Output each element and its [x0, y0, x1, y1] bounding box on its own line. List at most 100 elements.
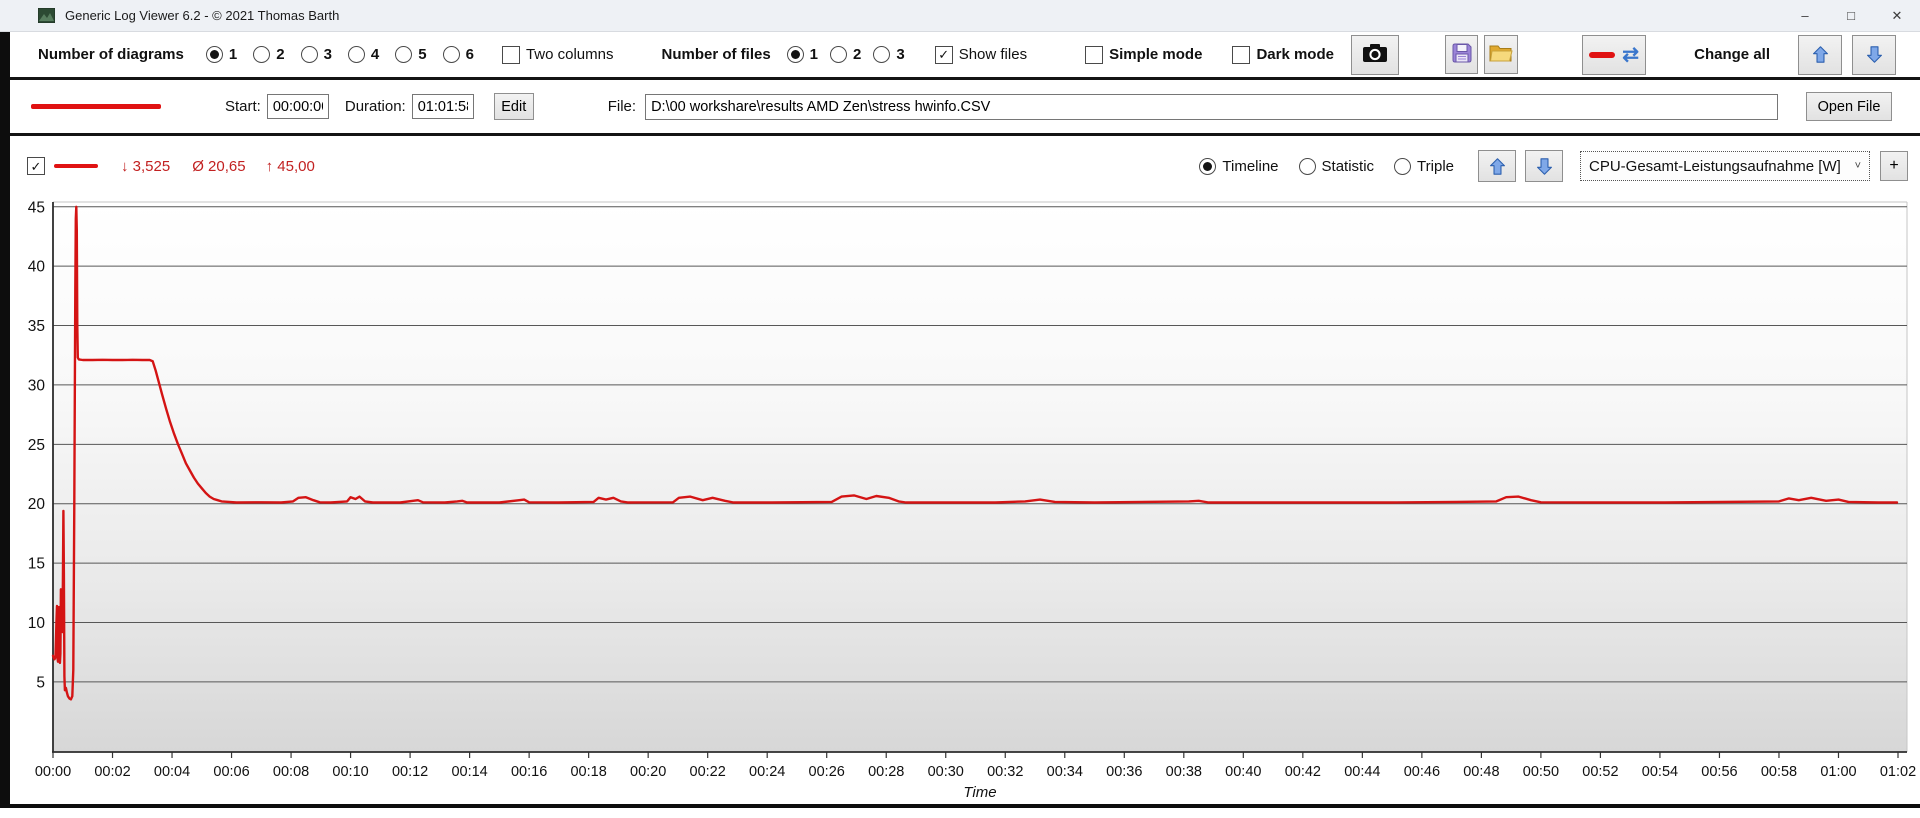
- radio-icon: [253, 46, 270, 63]
- chart-area: 4540353025201510500:0000:0200:0400:0600:…: [0, 196, 1920, 804]
- x-axis-title: Time: [53, 784, 1907, 801]
- view-radio-timeline[interactable]: Timeline: [1199, 158, 1278, 175]
- simple-mode-checkbox[interactable]: Simple mode: [1085, 46, 1202, 64]
- arrow-up-icon: [1489, 157, 1506, 176]
- two-columns-checkbox[interactable]: Two columns: [502, 46, 614, 64]
- add-channel-button[interactable]: +: [1880, 151, 1908, 181]
- dark-mode-checkbox[interactable]: Dark mode: [1232, 46, 1334, 64]
- svg-text:00:12: 00:12: [392, 764, 428, 780]
- file-path-input[interactable]: [645, 94, 1778, 120]
- arrow-down-icon: [1866, 45, 1883, 64]
- svg-text:00:30: 00:30: [928, 764, 964, 780]
- svg-text:00:14: 00:14: [451, 764, 487, 780]
- svg-text:00:48: 00:48: [1463, 764, 1499, 780]
- file-bar: Start: Duration: Edit File: Open File: [0, 80, 1920, 136]
- radio-icon: [206, 46, 223, 63]
- svg-text:00:28: 00:28: [868, 764, 904, 780]
- radio-icon: [443, 46, 460, 63]
- edit-button[interactable]: Edit: [494, 93, 534, 120]
- diagrams-radio-4[interactable]: 4: [348, 46, 379, 63]
- start-input[interactable]: [267, 94, 329, 119]
- diagrams-radio-5[interactable]: 5: [395, 46, 426, 63]
- files-radio-1[interactable]: 1: [787, 46, 818, 63]
- svg-text:00:58: 00:58: [1761, 764, 1797, 780]
- svg-text:00:16: 00:16: [511, 764, 547, 780]
- diagrams-radio-3[interactable]: 3: [301, 46, 332, 63]
- svg-text:5: 5: [36, 674, 45, 691]
- minimize-button[interactable]: –: [1782, 0, 1828, 32]
- window-edge-bottom: [0, 804, 1920, 808]
- radio-icon: [301, 46, 318, 63]
- series-color-swatch: [31, 104, 161, 109]
- svg-text:01:02: 01:02: [1880, 764, 1916, 780]
- svg-text:45: 45: [28, 199, 45, 216]
- series-max-stat: ↑ 45,00: [266, 158, 315, 175]
- radio-icon: [873, 46, 890, 63]
- save-icon: [1451, 42, 1473, 67]
- svg-text:00:36: 00:36: [1106, 764, 1142, 780]
- radio-icon: [830, 46, 847, 63]
- radio-icon: [787, 46, 804, 63]
- svg-text:00:32: 00:32: [987, 764, 1023, 780]
- svg-text:00:54: 00:54: [1642, 764, 1678, 780]
- duration-label: Duration:: [345, 98, 406, 115]
- series-min-stat: ↓ 3,525: [121, 158, 170, 175]
- svg-text:30: 30: [28, 377, 46, 394]
- file-label: File:: [608, 98, 636, 115]
- window-edge-left: [0, 32, 10, 804]
- svg-text:00:04: 00:04: [154, 764, 190, 780]
- maximize-button[interactable]: □: [1828, 0, 1874, 32]
- svg-text:00:22: 00:22: [690, 764, 726, 780]
- files-radio-3[interactable]: 3: [873, 46, 904, 63]
- move-down-button[interactable]: [1525, 150, 1563, 182]
- show-files-checkbox[interactable]: Show files: [935, 46, 1027, 64]
- radio-icon: [1199, 158, 1216, 175]
- screenshot-button[interactable]: [1351, 35, 1399, 75]
- channel-select[interactable]: CPU-Gesamt-Leistungsaufnahme [W] ˅: [1580, 151, 1870, 181]
- view-radio-triple[interactable]: Triple: [1394, 158, 1454, 175]
- duration-input[interactable]: [412, 94, 474, 119]
- power-chart-svg: 4540353025201510500:0000:0200:0400:0600:…: [0, 196, 1920, 804]
- refresh-icon: ⇄: [1622, 45, 1639, 65]
- svg-text:00:20: 00:20: [630, 764, 666, 780]
- files-radio-group: 1 2 3: [787, 46, 905, 63]
- change-all-up-button[interactable]: [1798, 35, 1842, 75]
- folder-icon: [1489, 43, 1513, 66]
- number-of-diagrams-label: Number of diagrams: [38, 46, 184, 63]
- svg-text:00:10: 00:10: [332, 764, 368, 780]
- svg-text:00:56: 00:56: [1701, 764, 1737, 780]
- svg-text:35: 35: [28, 318, 45, 335]
- diagrams-radio-2[interactable]: 2: [253, 46, 284, 63]
- checkbox-icon: [1085, 46, 1103, 64]
- svg-text:00:06: 00:06: [213, 764, 249, 780]
- svg-text:10: 10: [28, 615, 46, 632]
- series-header: ↓ 3,525 Ø 20,65 ↑ 45,00 Timeline Statist…: [0, 136, 1920, 196]
- reset-button[interactable]: ⇄: [1582, 35, 1646, 75]
- svg-text:00:42: 00:42: [1285, 764, 1321, 780]
- radio-icon: [1299, 158, 1316, 175]
- svg-text:00:40: 00:40: [1225, 764, 1261, 780]
- diagrams-radio-6[interactable]: 6: [443, 46, 474, 63]
- close-button[interactable]: ✕: [1874, 0, 1920, 32]
- arrow-down-icon: [1536, 157, 1553, 176]
- change-all-down-button[interactable]: [1852, 35, 1896, 75]
- app-icon: [38, 8, 55, 23]
- save-button[interactable]: [1445, 35, 1478, 74]
- files-radio-2[interactable]: 2: [830, 46, 861, 63]
- red-line-icon: [1589, 52, 1615, 58]
- diagrams-radio-1[interactable]: 1: [206, 46, 237, 63]
- svg-text:00:24: 00:24: [749, 764, 785, 780]
- svg-text:00:18: 00:18: [570, 764, 606, 780]
- radio-icon: [395, 46, 412, 63]
- series-visible-checkbox[interactable]: [27, 157, 45, 175]
- chevron-down-icon: ˅: [1855, 160, 1861, 172]
- svg-text:40: 40: [28, 259, 46, 276]
- svg-text:00:52: 00:52: [1582, 764, 1618, 780]
- arrow-up-icon: [1812, 45, 1829, 64]
- checkbox-icon: [1232, 46, 1250, 64]
- move-up-button[interactable]: [1478, 150, 1516, 182]
- view-radio-statistic[interactable]: Statistic: [1299, 158, 1375, 175]
- open-file-button[interactable]: Open File: [1806, 92, 1892, 121]
- svg-text:00:26: 00:26: [809, 764, 845, 780]
- load-settings-button[interactable]: [1484, 35, 1518, 74]
